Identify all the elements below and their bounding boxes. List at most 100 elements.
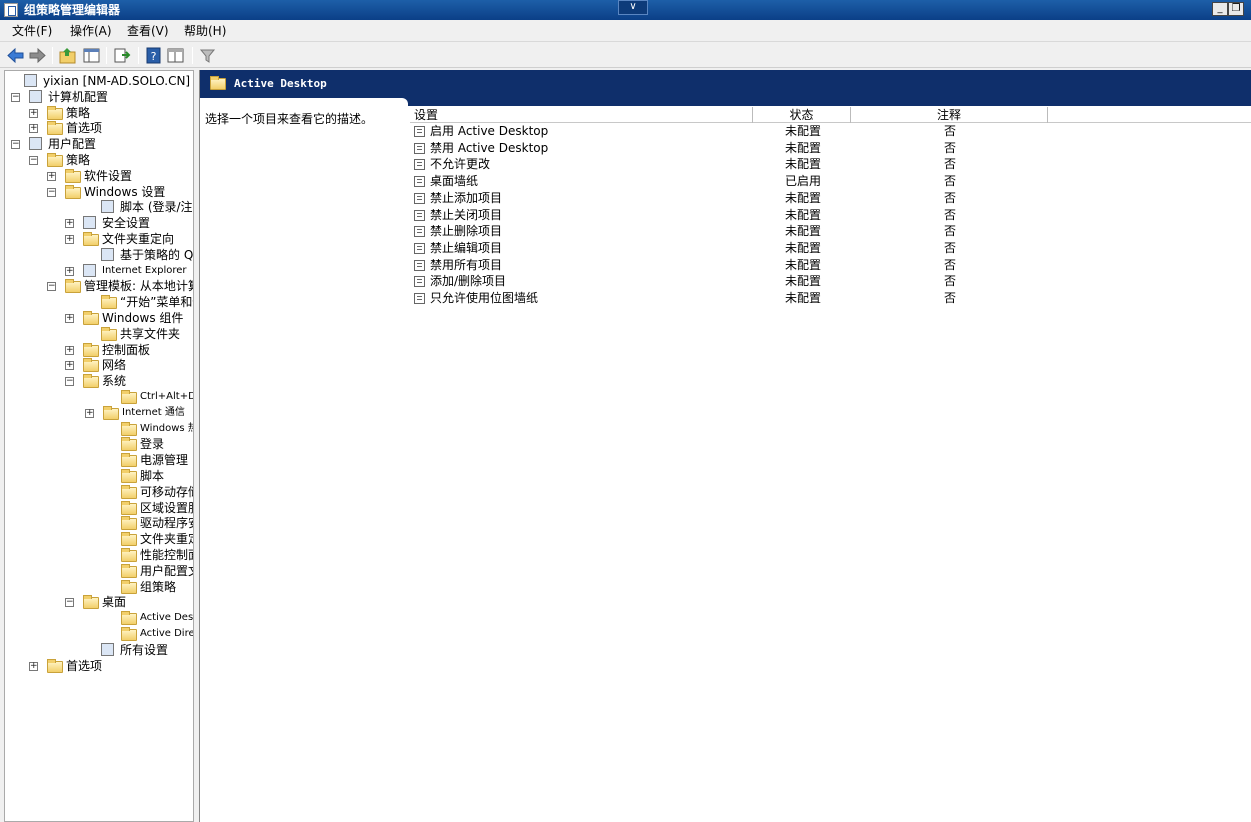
toolbar-separator — [52, 47, 53, 64]
help-icon[interactable]: ? — [144, 46, 163, 65]
setting-state: 未配置 — [785, 207, 822, 222]
menu-view[interactable]: 查看(V) — [127, 24, 169, 38]
setting-row[interactable]: 添加/删除项目 未配置 否 — [410, 273, 1210, 289]
tree-node-label: Active Directory — [140, 628, 194, 639]
minimize-button[interactable]: _ — [1212, 2, 1228, 16]
show-hide-tree-icon[interactable] — [82, 46, 101, 65]
column-header-state[interactable]: 状态 — [753, 107, 851, 123]
column-header-setting[interactable]: 设置 — [410, 107, 753, 123]
setting-row[interactable]: 禁止添加项目 未配置 否 — [410, 190, 1210, 206]
export-list-icon[interactable] — [112, 46, 131, 65]
setting-row[interactable]: 不允许更改 未配置 否 — [410, 156, 1210, 172]
maximize-button[interactable]: ❐ — [1228, 2, 1244, 16]
setting-name: 启用 Active Desktop — [430, 124, 549, 138]
menu-file[interactable]: 文件(F) — [12, 24, 52, 38]
tree-node-label: 系统 — [102, 374, 127, 389]
properties-pane-icon[interactable] — [166, 46, 185, 65]
setting-name: 禁止编辑项目 — [430, 240, 503, 255]
folder-icon — [103, 405, 119, 420]
settings-table-header: 设置 状态 注释 — [410, 107, 1251, 123]
folder-icon — [65, 168, 81, 183]
setting-name: 禁止添加项目 — [430, 190, 503, 205]
policy-setting-icon — [414, 142, 425, 154]
folder-icon — [121, 579, 137, 594]
tree-node-label: 登录 — [140, 437, 165, 452]
policy-setting-icon — [414, 293, 425, 304]
setting-row[interactable]: 禁用所有项目 未配置 否 — [410, 257, 1210, 273]
tree-node-label: yixian [NM-AD.SOLO.CN] 策略 — [43, 74, 193, 88]
tree-expander-icon[interactable]: + — [47, 171, 56, 181]
folder-icon — [121, 390, 137, 404]
tree-expander-icon[interactable]: − — [65, 377, 74, 387]
menu-bar: 文件(F) 操作(A) 查看(V) 帮助(H) — [0, 20, 1251, 42]
tree-expander-icon[interactable]: + — [65, 219, 74, 229]
tree-expander-icon[interactable]: + — [29, 124, 38, 134]
tree-expander-icon[interactable]: + — [29, 108, 38, 118]
tree-node-label: Windows 组件 — [102, 311, 184, 325]
folder-icon — [121, 453, 137, 468]
console-tree: yixian [NM-AD.SOLO.CN] 策略 − 计算机配置 + 策略 + 首选项 − 用… — [4, 70, 194, 822]
setting-row[interactable]: 禁止编辑项目 未配置 否 — [410, 240, 1210, 256]
setting-row[interactable]: 只允许使用位图墙纸 未配置 否 — [410, 290, 1210, 306]
folder-icon — [47, 658, 63, 673]
setting-state: 未配置 — [785, 240, 822, 255]
setting-comment: 否 — [944, 224, 957, 239]
setting-state: 未配置 — [785, 157, 822, 172]
tree-expander-icon[interactable]: − — [47, 282, 56, 292]
tree-expander-icon[interactable]: − — [47, 187, 56, 197]
tree-expander-icon[interactable]: + — [65, 361, 74, 371]
setting-comment: 否 — [944, 124, 957, 138]
policy-doc-icon — [24, 74, 37, 87]
tree-expander-icon[interactable]: − — [11, 92, 20, 102]
up-folder-icon[interactable] — [58, 46, 77, 65]
setting-name: 只允许使用位图墙纸 — [430, 291, 539, 305]
tree-expander-icon[interactable]: + — [85, 408, 94, 418]
tree-node-label: 桌面 — [102, 595, 127, 610]
setting-row[interactable]: 禁止删除项目 未配置 否 — [410, 223, 1210, 239]
folder-icon — [101, 326, 117, 341]
tree-expander-icon[interactable]: + — [65, 345, 74, 355]
policy-setting-icon — [414, 276, 425, 288]
folder-icon — [83, 358, 99, 373]
title-collapse-button[interactable]: ∨ — [618, 0, 648, 15]
tree-expander-icon[interactable]: − — [29, 156, 38, 165]
tree-node-label: Ctrl+Alt+Del — [140, 391, 193, 402]
filter-icon[interactable] — [198, 46, 217, 65]
menu-action[interactable]: 操作(A) — [70, 24, 112, 38]
folder-icon — [83, 342, 99, 357]
script-icon — [101, 200, 114, 214]
tree-expander-icon[interactable]: + — [65, 235, 74, 244]
forward-arrow-icon[interactable] — [28, 46, 47, 65]
tree-node-label: 管理模板: 从本地计算 — [84, 279, 194, 294]
all-settings-icon — [101, 642, 114, 656]
tree-node-label: Internet 通信 — [122, 406, 185, 418]
tree-node-label: 首选项 — [66, 121, 103, 136]
setting-row[interactable]: 禁止关闭项目 未配置 否 — [410, 207, 1210, 223]
tree-expander-icon[interactable]: + — [29, 661, 38, 671]
folder-icon — [101, 295, 117, 310]
column-header-comment[interactable]: 注释 — [851, 107, 1048, 123]
tab-notch — [400, 98, 408, 106]
details-pane: Active Desktop 选择一个项目来查看它的描述。 设置 状态 注释 启… — [199, 70, 1251, 822]
setting-state: 已启用 — [785, 174, 822, 189]
tree-node-label: Windows 热启 — [140, 422, 193, 434]
folder-icon — [65, 279, 81, 294]
window-title: 组策略管理编辑器 — [24, 3, 121, 17]
tree-expander-icon[interactable]: − — [11, 140, 20, 150]
setting-row[interactable]: 桌面墙纸 已启用 否 — [410, 173, 1210, 189]
setting-row[interactable]: 禁用 Active Desktop 未配置 否 — [410, 140, 1210, 156]
folder-icon — [121, 532, 137, 547]
tree-expander-icon[interactable]: + — [65, 314, 74, 323]
tree-expander-icon[interactable]: − — [65, 598, 74, 608]
setting-comment: 否 — [944, 190, 957, 205]
details-title: Active Desktop — [234, 77, 327, 90]
menu-help[interactable]: 帮助(H) — [184, 24, 226, 38]
setting-name: 禁止关闭项目 — [430, 207, 503, 222]
policy-setting-icon — [414, 226, 425, 238]
setting-row[interactable]: 启用 Active Desktop 未配置 否 — [410, 123, 1210, 139]
back-arrow-icon[interactable] — [6, 46, 25, 65]
setting-comment: 否 — [944, 140, 957, 155]
setting-name: 不允许更改 — [430, 157, 491, 172]
folder-icon — [47, 121, 63, 136]
tree-expander-icon[interactable]: + — [65, 266, 74, 276]
